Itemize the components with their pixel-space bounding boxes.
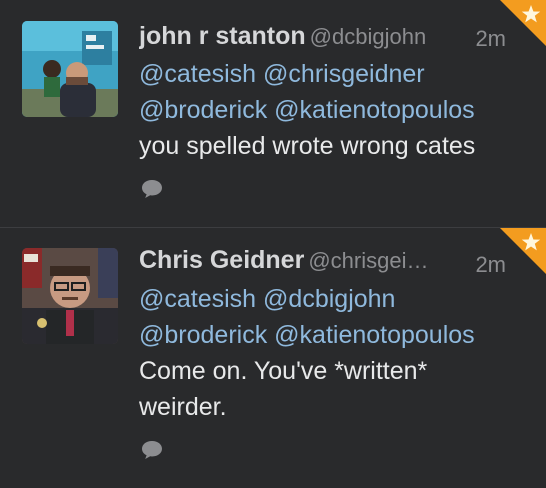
author-name[interactable]: Chris Geidner: [139, 246, 304, 274]
tweet-text-line: @broderick @katienotopoulos: [139, 317, 526, 353]
tweet-text-line: @catesish @dcbigjohn: [139, 281, 526, 317]
tweet-item[interactable]: john r stanton @dcbigjohn 2m @catesish @c…: [0, 0, 546, 227]
tweet-header: Chris Geidner @chrisgei…: [139, 246, 506, 280]
tweet-text: @catesish @chrisgeidner @broderick @katie…: [139, 56, 526, 164]
tweet-item[interactable]: Chris Geidner @chrisgei… 2m @catesish @dc…: [0, 228, 546, 488]
favorite-star-icon[interactable]: [500, 0, 546, 46]
tweet-text-line: @broderick @katienotopoulos: [139, 92, 526, 128]
mention-link[interactable]: @chrisgeidner: [263, 60, 425, 88]
tweet-text-line: you spelled wrote wrong cates: [139, 128, 526, 164]
mention-link[interactable]: @broderick: [139, 96, 267, 124]
tweet-text-segment: weirder.: [139, 393, 227, 421]
tweet-text-segment: [256, 285, 263, 313]
tweet-text-line: @catesish @chrisgeidner: [139, 56, 526, 92]
mention-link[interactable]: @katienotopoulos: [274, 96, 475, 124]
user-avatar[interactable]: [22, 21, 118, 117]
reply-speech-bubble-icon[interactable]: [141, 179, 163, 199]
mention-link[interactable]: @catesish: [139, 60, 256, 88]
tweet-header: john r stanton @dcbigjohn: [139, 22, 506, 56]
tweet-text: @catesish @dcbigjohn @broderick @katienot…: [139, 281, 526, 425]
mention-link[interactable]: @dcbigjohn: [263, 285, 395, 313]
user-avatar[interactable]: [22, 248, 118, 344]
tweet-text-segment: [256, 60, 263, 88]
mention-link[interactable]: @catesish: [139, 285, 256, 313]
favorite-star-icon[interactable]: [500, 228, 546, 274]
author-handle[interactable]: @dcbigjohn: [310, 24, 427, 49]
reply-speech-bubble-icon[interactable]: [141, 440, 163, 460]
mention-link[interactable]: @katienotopoulos: [274, 321, 475, 349]
tweet-text-segment: Come on. You've *written*: [139, 357, 428, 385]
mention-link[interactable]: @broderick: [139, 321, 267, 349]
tweet-timeline: john r stanton @dcbigjohn 2m @catesish @c…: [0, 0, 546, 488]
tweet-text-line: Come on. You've *written*: [139, 353, 526, 389]
author-handle[interactable]: @chrisgei…: [308, 248, 428, 273]
author-name[interactable]: john r stanton: [139, 22, 306, 50]
tweet-text-line: weirder.: [139, 389, 526, 425]
tweet-text-segment: you spelled wrote wrong cates: [139, 132, 476, 160]
